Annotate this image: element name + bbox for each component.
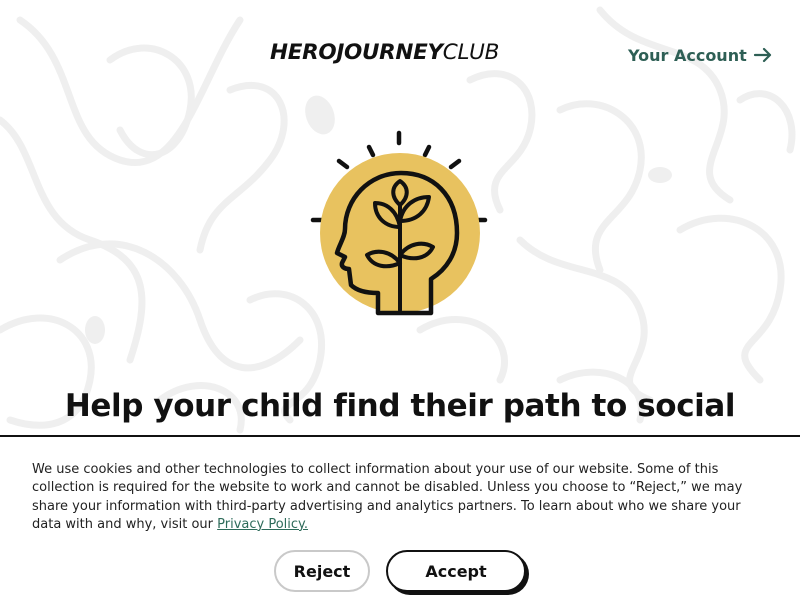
reject-button[interactable]: Reject <box>274 550 370 592</box>
logo-light-text: CLUB <box>442 40 500 65</box>
privacy-policy-link[interactable]: Privacy Policy. <box>217 517 308 532</box>
accept-button[interactable]: Accept <box>386 550 526 592</box>
arrow-right-icon <box>753 47 771 63</box>
cookie-notice-text: We use cookies and other technologies to… <box>32 461 768 534</box>
head-with-plant-icon <box>310 130 488 316</box>
cookie-notice-body: We use cookies and other technologies to… <box>32 462 743 532</box>
your-account-link[interactable]: Your Account <box>628 44 773 66</box>
cookie-consent-banner: We use cookies and other technologies to… <box>0 435 800 600</box>
site-logo[interactable]: HEROJOURNEYCLUB <box>270 40 540 72</box>
account-link-label: Your Account <box>628 45 747 65</box>
logo-bold-text: HEROJOURNEY <box>270 40 443 65</box>
hero-headline: Help your child find their path to socia… <box>64 388 736 424</box>
